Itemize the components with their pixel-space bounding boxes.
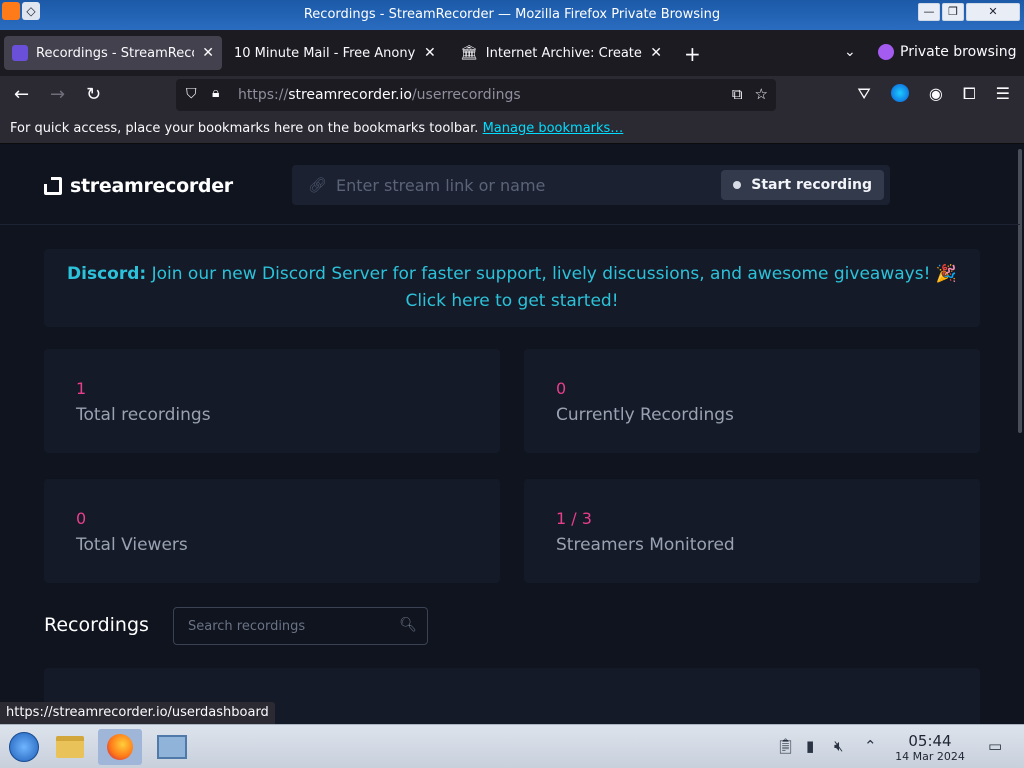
account-icon[interactable]: ◉ [929,84,943,104]
back-arrow-icon[interactable]: ← [14,84,29,105]
discord-message: Join our new Discord Server for faster s… [151,264,957,284]
recordings-search-input[interactable] [188,614,388,638]
tab-label: Recordings - StreamRecorder [36,45,194,61]
menu-hamburger-icon[interactable]: ☰ [996,84,1010,104]
stat-card-streamers-monitored: 1 / 3 Streamers Monitored [524,479,980,583]
os-taskbar: 📋︎ ▮ 🔇︎ ⌃ ▭ [0,724,1024,768]
window-title: Recordings - StreamRecorder — Mozilla Fi… [303,7,721,22]
streamrecorder-logo[interactable]: streamrecorder [44,175,233,197]
archive-icon: 🏛 [460,45,478,61]
firefox-taskbar-button[interactable] [98,729,142,765]
window-titlebar: ◇ Recordings - StreamRecorder — Mozilla … [0,0,1024,30]
recordings-heading: Recordings [44,614,149,636]
clock-time: 05:44 [908,732,952,750]
window-controls: — ❐ ✕ [918,3,1020,21]
recordings-search: 🔍︎ [173,607,428,645]
tracking-shield-icon[interactable]: ⛉ [186,86,197,102]
tab-label: 10 Minute Mail - Free Anonymous [234,45,416,61]
close-tab-icon[interactable]: ✕ [424,45,436,61]
close-tab-icon[interactable]: ✕ [202,45,214,61]
link-icon: 🔗︎ [308,176,328,194]
bookmarks-message: For quick access, place your bookmarks h… [10,121,479,136]
bookmark-star-icon[interactable]: ☆ [755,85,768,103]
link-status-bar: https://streamrecorder.io/userdashboard [0,702,275,724]
stat-label: Total Viewers [76,535,188,555]
extensions-icon[interactable]: ⧠ [963,84,976,104]
toolbar-right-icons: ⛛ ◉ ⧠ ☰ [857,84,1010,104]
bookmarks-toolbar: For quick access, place your bookmarks h… [0,114,1024,144]
start-orb-icon [9,732,39,762]
picture-in-picture-icon[interactable]: ⧉ [732,85,743,103]
folder-icon [56,736,84,758]
taskbar-clock[interactable]: 05:44 14 Mar 2024 [892,732,968,763]
discord-line: Discord: Join our new Discord Server for… [44,261,980,288]
site-header: streamrecorder 🔗︎ Start recording [0,145,1020,225]
logo-text: streamrecorder [70,175,233,197]
stream-link-input[interactable] [336,169,716,201]
battery-icon[interactable]: ▮ [806,737,814,755]
stat-value: 0 [76,509,87,528]
lock-icon[interactable]: 🔒︎ [212,85,219,101]
stat-label: Currently Recordings [556,405,734,425]
address-bar[interactable]: ⛉ 🔒︎ https://streamrecorder.io/userrecor… [176,79,776,111]
close-tab-icon[interactable]: ✕ [650,45,662,61]
navigation-toolbar: ← → ↻ ⛉ 🔒︎ https://streamrecorder.io/use… [0,76,1024,114]
private-mask-icon [878,44,894,60]
stat-label: Streamers Monitored [556,535,735,555]
tab-strip: Recordings - StreamRecorder ✕ 10 Minute … [0,30,1024,76]
volume-muted-icon[interactable]: 🔇︎ [834,737,843,755]
system-monitor-button[interactable] [150,729,194,765]
private-browsing-label: Private browsing [900,44,1017,60]
firefox-icon [107,734,133,760]
stat-card-total-recordings: 1 Total recordings [44,349,500,453]
clipboard-icon[interactable]: 📋︎ [776,737,795,755]
stat-value: 0 [556,379,567,398]
search-icon[interactable]: 🔍︎ [399,617,417,633]
streamrecorder-favicon-icon [12,45,28,61]
tab-10-minute-mail[interactable]: 10 Minute Mail - Free Anonymous ✕ [226,36,446,70]
tab-label: Internet Archive: Create [485,45,642,61]
url-text[interactable]: https://streamrecorder.io/userrecordings [238,87,521,103]
discord-banner[interactable]: Discord: Join our new Discord Server for… [44,249,980,327]
firefox-view-icon[interactable] [890,84,909,102]
start-recording-button[interactable]: Start recording [721,170,884,200]
tab-recordings[interactable]: Recordings - StreamRecorder ✕ [4,36,222,70]
close-window-button[interactable]: ✕ [966,3,1020,21]
record-dot-icon [733,181,742,189]
pocket-icon[interactable]: ⛛ [857,84,870,104]
page-content: streamrecorder 🔗︎ Start recording Discor… [0,145,1024,724]
manage-bookmarks-link[interactable]: Manage bookmarks… [483,121,624,136]
tab-internet-archive[interactable]: 🏛 Internet Archive: Create ✕ [452,36,670,70]
stat-card-currently-recording: 0 Currently Recordings [524,349,980,453]
forward-arrow-icon[interactable]: → [50,84,65,105]
stat-value: 1 / 3 [556,509,592,528]
clock-date: 14 Mar 2024 [895,750,965,763]
tray-expand-icon[interactable]: ⌃ [864,737,877,755]
reload-icon[interactable]: ↻ [86,84,101,105]
private-browsing-indicator: Private browsing [878,44,1017,60]
new-tab-button[interactable]: + [684,42,701,66]
maximize-button[interactable]: ❐ [942,3,964,21]
start-menu-button[interactable] [2,729,46,765]
list-all-tabs-button[interactable]: ⌄ [844,44,856,60]
stream-search-bar: 🔗︎ Start recording [292,165,890,205]
discord-cta[interactable]: Click here to get started! [44,288,980,315]
minimize-button[interactable]: — [918,3,940,21]
system-monitor-icon [157,735,187,759]
stat-label: Total recordings [76,405,211,425]
stat-card-total-viewers: 0 Total Viewers [44,479,500,583]
show-desktop-icon[interactable]: ▭ [988,737,1002,755]
start-recording-label: Start recording [751,177,872,193]
address-bar-actions: ⧉ ☆ [732,85,768,103]
discord-bold-label: Discord: [67,264,147,284]
logo-mark-icon [44,177,62,195]
stat-value: 1 [76,379,87,398]
file-manager-button[interactable] [48,729,92,765]
